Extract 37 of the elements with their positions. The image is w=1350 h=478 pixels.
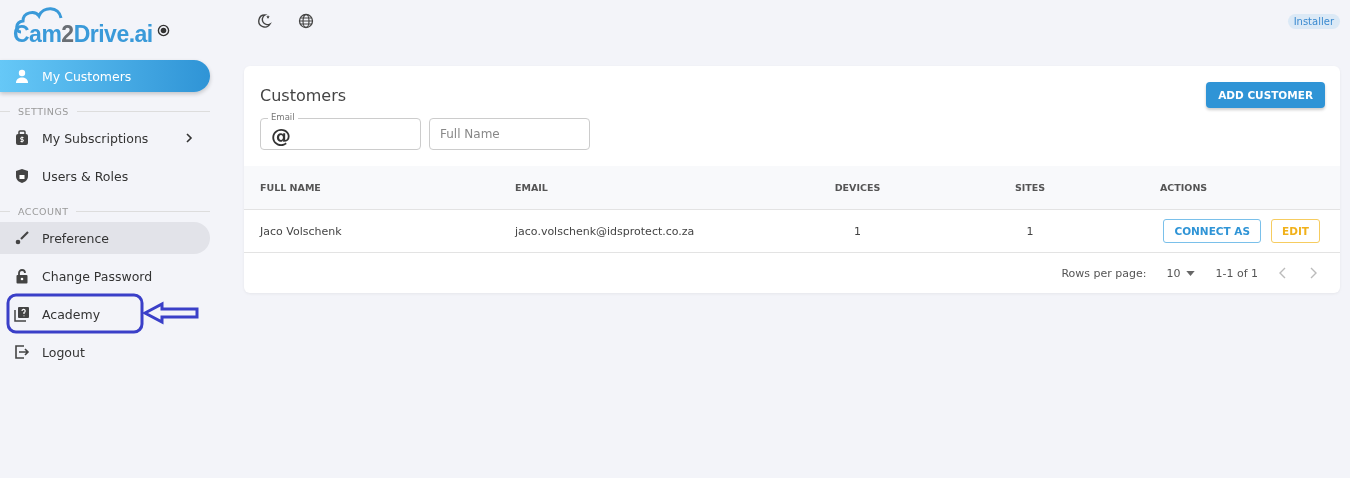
section-heading: ACCOUNT: [18, 205, 69, 217]
shield-icon: [14, 168, 30, 184]
table-cell-text: jaco.volschenk@idsprotect.co.za: [515, 224, 696, 238]
table-cell-text: 1: [853, 224, 862, 238]
column-header: EMAIL: [515, 182, 549, 193]
column-header: ACTIONS: [1159, 182, 1209, 193]
nav-item[interactable]: Preference: [0, 222, 210, 254]
nav-item[interactable]: My Subscriptions: [0, 122, 210, 154]
field-label: Email: [268, 112, 298, 123]
table-cell-text: 1: [1025, 224, 1035, 238]
chevron-right-icon: [184, 133, 194, 143]
name-field[interactable]: Full Name: [429, 118, 590, 150]
brush-icon: [14, 230, 30, 246]
section-heading: SETTINGS: [18, 105, 69, 117]
money-bag-icon: [14, 130, 30, 146]
caret-icon: [1186, 270, 1196, 276]
rows-per-page-select[interactable]: 10: [1166, 266, 1196, 280]
logout-icon: [14, 344, 30, 360]
rows-per-page-label: Rows per page:: [1061, 266, 1147, 280]
column-header: SITES: [1013, 182, 1047, 193]
nav-item[interactable]: Change Password: [0, 260, 210, 292]
column-header: FULL NAME: [260, 182, 322, 193]
page-range: 1-1 of 1: [1215, 266, 1258, 280]
table-cell-text: Jaco Volschenk: [260, 224, 343, 238]
nav-item[interactable]: Logout: [0, 336, 210, 368]
logo: Cam2Drive.ai: [13, 4, 153, 48]
help-book-icon: [14, 306, 30, 322]
person-icon: [14, 68, 30, 84]
nav-item[interactable]: Academy: [0, 298, 210, 330]
globe-icon[interactable]: [298, 13, 314, 29]
column-header: DEVICES: [833, 182, 882, 193]
lock-icon: [14, 268, 30, 284]
role-badge: Installer: [1287, 13, 1340, 29]
radio-icon[interactable]: [156, 24, 170, 37]
card-title: Customers: [260, 85, 347, 105]
nav-item[interactable]: Users & Roles: [0, 160, 210, 192]
moon-icon[interactable]: [256, 13, 272, 29]
